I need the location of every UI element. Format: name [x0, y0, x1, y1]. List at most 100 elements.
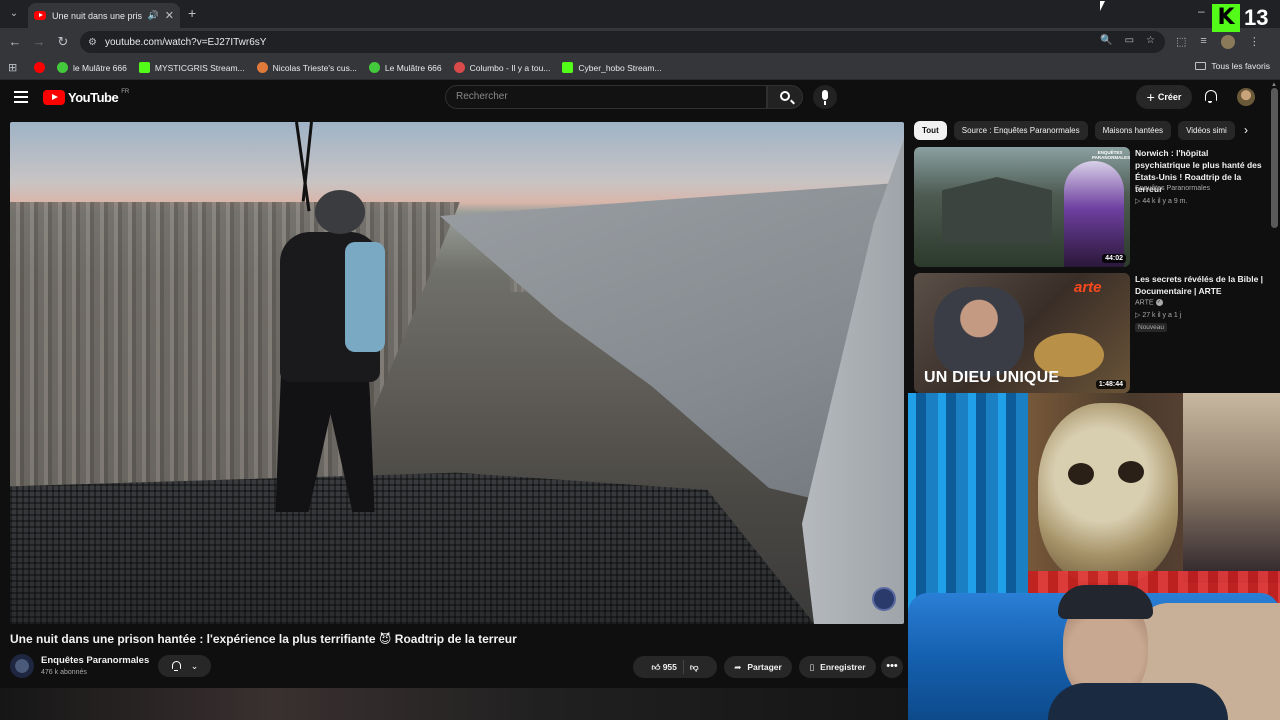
fox-icon [256, 62, 268, 73]
address-bar[interactable]: ⚙ youtube.com/watch?v=EJ27ITwr6sY 🔍 ▭ ☆ [80, 31, 1165, 53]
video-duration: 1:48:44 [1095, 380, 1126, 389]
green-play-icon [57, 62, 68, 73]
chip-haunted-houses[interactable]: Maisons hantées [1094, 121, 1172, 140]
voice-search-mic-icon[interactable] [813, 85, 837, 109]
kick-overlay-badge: K 13 [1212, 2, 1272, 34]
webcam-skull-poster [1038, 403, 1178, 583]
browser-menu-icon[interactable]: ⋮ [1249, 35, 1260, 49]
extensions-icon[interactable]: ⬚ [1176, 35, 1186, 49]
share-button[interactable]: ➦ Partager [724, 656, 792, 678]
browser-toolbar: ← → ↻ ⚙ youtube.com/watch?v=EJ27ITwr6sY … [0, 28, 1280, 56]
apps-grid-icon[interactable]: ⊞ [8, 61, 22, 74]
folder-icon [1195, 62, 1207, 70]
chevron-right-icon[interactable]: › [1236, 121, 1256, 140]
bookmarks-bar: ⊞ le Mulâtre 666 MYSTICGRIS Stream... Ni… [0, 56, 1280, 80]
recommended-channel-name[interactable]: Enquêtes Paranormales [1135, 185, 1210, 192]
bookmark-item[interactable]: Le Mulâtre 666 [368, 62, 442, 73]
chip-similar-videos[interactable]: Vidéos simi [1178, 121, 1235, 140]
new-tab-icon[interactable]: + [188, 5, 196, 21]
filter-chips: Tout Source : Enquêtes Paranormales Mais… [914, 121, 1235, 140]
reading-list-icon[interactable]: ≡ [1200, 35, 1206, 49]
account-avatar[interactable] [1237, 88, 1255, 106]
reload-icon[interactable]: ↻ [55, 34, 71, 50]
youtube-logo[interactable]: YouTube FR [43, 89, 129, 105]
thumbnail-house [942, 177, 1052, 243]
profile-avatar-icon[interactable] [1220, 35, 1235, 49]
all-bookmarks-button[interactable]: Tous les favoris [1195, 61, 1270, 71]
bookmark-item[interactable]: Columbo - Il y a tou... [453, 62, 550, 73]
thumbnail-brand: ENQUÊTES PARANORMALES [1092, 150, 1130, 160]
video-player[interactable] [10, 122, 904, 624]
red-circle-icon [453, 62, 465, 73]
dislike-button[interactable]: 👎︎ [690, 662, 699, 673]
bookmark-item[interactable]: le Mulâtre 666 [57, 62, 127, 73]
webcam-portrait-poster [1183, 393, 1280, 583]
recommended-video-meta: ▷ 44 k il y a 9 m. [1135, 198, 1188, 205]
cast-icon[interactable]: ▭ [1125, 35, 1134, 46]
notifications-bell-icon[interactable] [1204, 90, 1217, 103]
recommended-video-meta: ▷ 27 k il y a 1 j [1135, 312, 1182, 319]
bookmark-item[interactable]: Cyber_hobo Stream... [562, 62, 662, 73]
tab-close-icon[interactable]: ✕ [165, 9, 174, 22]
tab-search-menu-icon[interactable]: ⌄ [6, 6, 22, 22]
video-thumbnail[interactable]: arte UN DIEU UNIQUE 1:48:44 [914, 273, 1130, 393]
window-minimize-icon[interactable]: – [1198, 4, 1205, 18]
mouse-cursor-icon [1100, 1, 1105, 11]
new-badge: Nouveau [1135, 323, 1168, 332]
tab-title: Une nuit dans une prison h [52, 10, 142, 21]
verified-check-icon: ✓ [1155, 299, 1163, 306]
site-info-icon[interactable]: ⚙ [88, 37, 97, 48]
browser-tab-bar: ⌄ Une nuit dans une prison h 🔊 ✕ + – [0, 0, 1280, 28]
thumbnail-person [1064, 161, 1124, 267]
youtube-header: YouTube FR Rechercher + Créer [0, 80, 1280, 116]
channel-name[interactable]: Enquêtes Paranormales [41, 655, 149, 666]
back-arrow-icon[interactable]: ← [7, 34, 23, 49]
bookmark-item[interactable]: Nicolas Trieste's cus... [256, 62, 357, 73]
chip-source[interactable]: Source : Enquêtes Paranormales [953, 121, 1088, 140]
hamburger-menu-icon[interactable] [14, 91, 28, 103]
create-button[interactable]: + Créer [1136, 85, 1192, 109]
webcam-curtain [908, 393, 1028, 613]
chip-all[interactable]: Tout [914, 121, 947, 140]
recommended-video[interactable]: ENQUÊTES PARANORMALES 44:02 Norwich : l'… [914, 147, 1269, 267]
zoom-icon[interactable]: 🔍 [1100, 35, 1112, 46]
channel-watermark-icon[interactable] [872, 587, 896, 611]
recommended-video[interactable]: arte UN DIEU UNIQUE 1:48:44 Les secrets … [914, 273, 1269, 393]
video-duration: 44:02 [1102, 254, 1126, 263]
browser-tab[interactable]: Une nuit dans une prison h 🔊 ✕ [28, 3, 180, 28]
page-scrollbar[interactable] [1271, 88, 1278, 228]
thumbnail-caption: UN DIEU UNIQUE [924, 369, 1060, 386]
chevron-down-icon: ⌄ [190, 660, 199, 671]
recommended-video-title[interactable]: Les secrets révélés de la Bible | Docume… [1135, 273, 1265, 297]
search-input[interactable]: Rechercher [445, 85, 767, 109]
bookmark-item[interactable] [34, 62, 45, 73]
tab-audio-icon[interactable]: 🔊 [148, 10, 159, 21]
youtube-icon [34, 62, 45, 73]
green-play-icon [368, 62, 380, 73]
video-thumbnail[interactable]: ENQUÊTES PARANORMALES 44:02 [914, 147, 1130, 267]
webcam-bandana [1058, 585, 1153, 619]
kick-icon [562, 62, 574, 73]
bookmark-star-icon[interactable]: ☆ [1146, 35, 1155, 46]
recommended-channel-name[interactable]: ARTE ✓ [1135, 299, 1163, 306]
bell-icon [171, 661, 181, 671]
bookmark-icon: ▯ [809, 661, 815, 672]
plus-icon: + [1146, 89, 1155, 105]
subscription-bell-button[interactable]: ⌄ [158, 655, 211, 677]
like-dislike-group: 👍︎ 955 👎︎ [633, 656, 717, 678]
subscriber-count: 476 k abonnés [41, 669, 87, 676]
more-actions-icon[interactable]: ••• [881, 656, 903, 678]
bookmark-item[interactable]: MYSTICGRIS Stream... [138, 62, 245, 73]
forward-arrow-icon[interactable]: → [31, 34, 47, 49]
kick-overlay-number: 13 [1244, 5, 1269, 30]
search-button[interactable] [767, 85, 803, 109]
video-title: Une nuit dans une prison hantée : l'expé… [10, 632, 517, 646]
kick-logo-icon: K [1212, 4, 1240, 32]
thumbnail-person [934, 287, 1024, 377]
save-button[interactable]: ▯ Enregistrer [799, 656, 876, 678]
channel-avatar[interactable] [10, 654, 34, 678]
like-button[interactable]: 👍︎ 955 [651, 662, 676, 673]
page-bottom-strip [0, 688, 908, 720]
kick-icon [138, 62, 150, 73]
youtube-favicon-icon [34, 11, 46, 20]
